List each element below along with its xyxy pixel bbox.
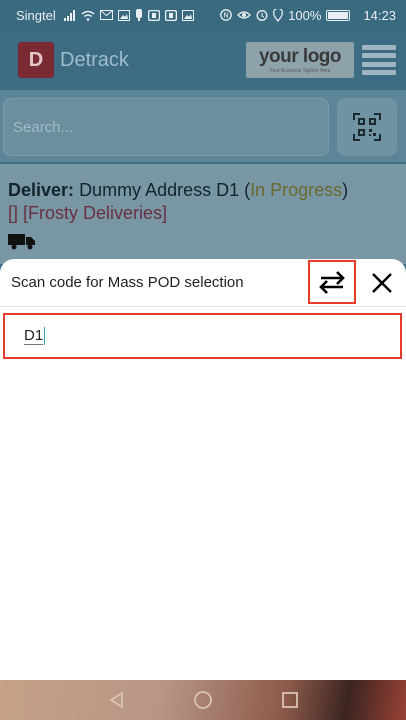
job-card[interactable]: Deliver: Dummy Address D1 (In Progress) … (0, 164, 406, 264)
detrack-status-icon-2 (164, 9, 177, 21)
eye-icon (237, 11, 252, 19)
battery-icon (326, 9, 351, 21)
close-icon (372, 273, 392, 293)
clock: 14:23 (363, 7, 396, 23)
job-type: Deliver: (8, 180, 75, 200)
job-address: Dummy Address D1 (79, 180, 240, 200)
job-tags: [] [Frosty Deliveries] (8, 203, 168, 223)
back-icon[interactable] (107, 690, 127, 710)
nfc-icon: N (220, 9, 233, 21)
modal-header: Scan code for Mass POD selection (0, 259, 406, 307)
notification-icon (135, 9, 142, 21)
close-button[interactable] (364, 263, 400, 303)
signal-icon (63, 9, 75, 21)
text-caret (44, 327, 46, 345)
custom-logo-tagline: Your Business Tagline Here (269, 68, 331, 74)
mass-pod-scan-modal: Scan code for Mass POD selection D1 (0, 259, 406, 680)
truck-icon (8, 234, 35, 250)
mail-icon (99, 10, 113, 20)
logo-letter: D (28, 48, 44, 71)
carrier-name: Singtel (16, 7, 56, 23)
custom-logo-text: your logo (258, 46, 342, 67)
qr-scan-button[interactable] (337, 98, 397, 156)
gallery-icon (181, 9, 194, 21)
recents-icon[interactable] (280, 690, 300, 710)
battery-percent: 100% (288, 7, 322, 23)
detrack-logo: D (18, 42, 54, 78)
image-icon (117, 9, 130, 21)
modal-title: Scan code for Mass POD selection (11, 274, 244, 291)
location-icon (273, 8, 284, 22)
detrack-status-icon (147, 9, 160, 21)
search-input[interactable]: Search... (3, 98, 329, 156)
menu-icon[interactable] (362, 45, 396, 75)
scan-code-input[interactable]: D1 (3, 313, 402, 359)
alarm-icon (256, 10, 268, 21)
scan-code-value: D1 (24, 326, 44, 345)
search-row: Search... (0, 90, 406, 162)
system-nav-bar (0, 680, 406, 720)
home-icon[interactable] (193, 690, 213, 710)
custom-logo: your logo Your Business Tagline Here (246, 42, 354, 78)
status-bar: Singtel N 100% 14:23 (0, 0, 406, 30)
wifi-icon (81, 10, 95, 21)
app-bar: D Detrack your logo Your Business Taglin… (0, 30, 406, 90)
swap-input-mode-button[interactable] (308, 260, 356, 304)
job-status: In Progress (250, 180, 343, 200)
brand-name: Detrack (60, 48, 129, 71)
svg-text:N: N (224, 12, 229, 20)
status-right: N 100% 14:23 (220, 8, 396, 23)
job-title-line: Deliver: Dummy Address D1 (In Progress) (8, 180, 349, 200)
swap-icon (319, 271, 345, 294)
qr-scan-icon (353, 113, 381, 141)
status-icons (63, 9, 194, 21)
